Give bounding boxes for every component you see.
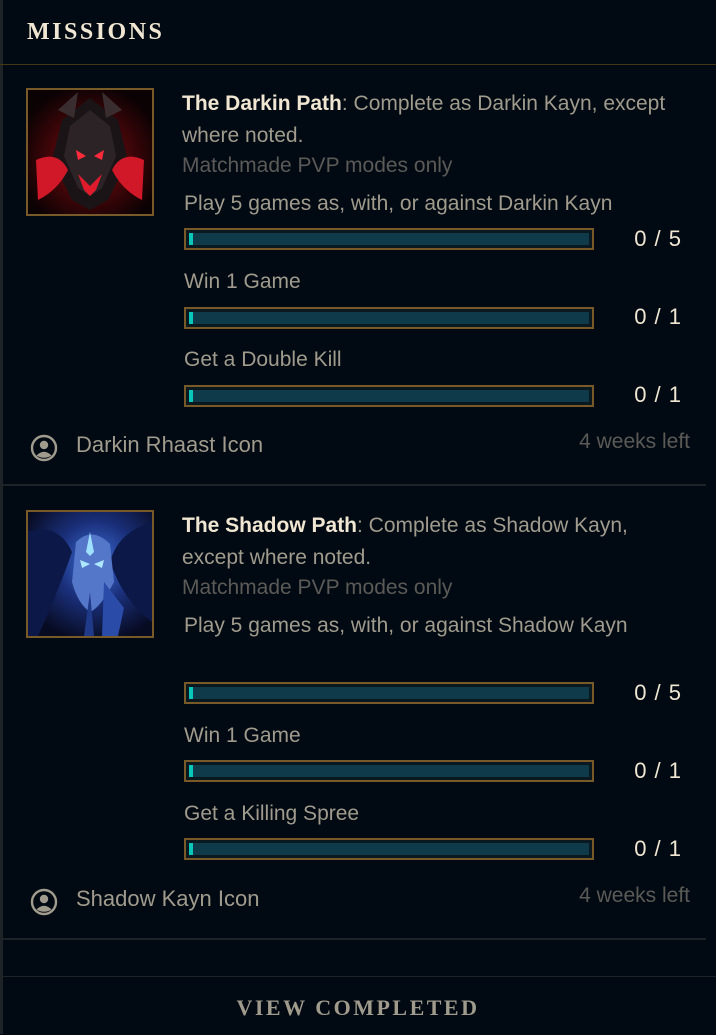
- progress-count: 0 / 1: [634, 304, 682, 329]
- panel-header: MISSIONS: [0, 0, 716, 65]
- progress-bar: [184, 682, 594, 704]
- progress-fill: [189, 312, 193, 324]
- reward-name: Darkin Rhaast Icon: [76, 432, 264, 457]
- profile-icon: [30, 888, 58, 916]
- progress-bar: [184, 307, 594, 329]
- mission-restriction: Matchmade PVP modes only: [182, 576, 453, 599]
- mission-title: The Darkin Path: [182, 92, 342, 115]
- objective: Play 5 games as, with, or against Shadow…: [184, 610, 684, 705]
- page-title: MISSIONS: [27, 19, 165, 45]
- mission-card-darkin: The Darkin Path: Complete as Darkin Kayn…: [0, 88, 716, 468]
- progress-bar: [184, 228, 594, 250]
- divider: [3, 938, 706, 940]
- progress-bar: [184, 760, 594, 782]
- progress-count: 0 / 1: [634, 836, 682, 861]
- progress-count: 0 / 5: [634, 680, 682, 705]
- objective: Win 1 Game 0 / 1: [184, 266, 684, 329]
- time-left: 4 weeks left: [579, 430, 690, 453]
- progress-bar: [184, 385, 594, 407]
- missions-panel: MISSIONS The Darkin Path: Complete as Da…: [0, 0, 716, 1034]
- reward-name: Shadow Kayn Icon: [76, 886, 260, 911]
- progress-fill: [189, 843, 193, 855]
- objective-label: Win 1 Game: [184, 724, 301, 747]
- progress-count: 0 / 1: [634, 758, 682, 783]
- panel-footer: VIEW COMPLETED: [0, 976, 716, 1035]
- objective: Get a Killing Spree 0 / 1: [184, 798, 684, 861]
- mission-restriction: Matchmade PVP modes only: [182, 154, 453, 177]
- objective-label: Play 5 games as, with, or against Shadow…: [184, 614, 628, 637]
- progress-count: 0 / 5: [634, 226, 682, 251]
- progress-fill: [189, 233, 193, 245]
- view-completed-button[interactable]: VIEW COMPLETED: [0, 995, 716, 1021]
- mission-reward: Shadow Kayn Icon 4 weeks left: [30, 884, 690, 916]
- mission-description: The Shadow Path: Complete as Shadow Kayn…: [182, 510, 692, 574]
- progress-count: 0 / 1: [634, 382, 682, 407]
- mission-description: The Darkin Path: Complete as Darkin Kayn…: [182, 88, 692, 152]
- mission-reward: Darkin Rhaast Icon 4 weeks left: [30, 430, 690, 462]
- progress-fill: [189, 390, 193, 402]
- objective-label: Get a Killing Spree: [184, 802, 360, 825]
- mission-title: The Shadow Path: [182, 514, 358, 537]
- objective: Get a Double Kill 0 / 1: [184, 344, 684, 407]
- objective-label: Get a Double Kill: [184, 348, 342, 371]
- progress-bar: [184, 838, 594, 860]
- progress-fill: [189, 765, 193, 777]
- profile-icon: [30, 434, 58, 462]
- objective-label: Play 5 games as, with, or against Darkin…: [184, 192, 613, 215]
- shadow-kayn-portrait: [26, 510, 154, 638]
- objective: Win 1 Game 0 / 1: [184, 720, 684, 783]
- mission-card-shadow: The Shadow Path: Complete as Shadow Kayn…: [0, 510, 716, 920]
- divider: [3, 484, 706, 486]
- objective-label: Win 1 Game: [184, 270, 301, 293]
- objective: Play 5 games as, with, or against Darkin…: [184, 188, 684, 251]
- time-left: 4 weeks left: [579, 884, 690, 907]
- darkin-kayn-portrait: [26, 88, 154, 216]
- progress-fill: [189, 687, 193, 699]
